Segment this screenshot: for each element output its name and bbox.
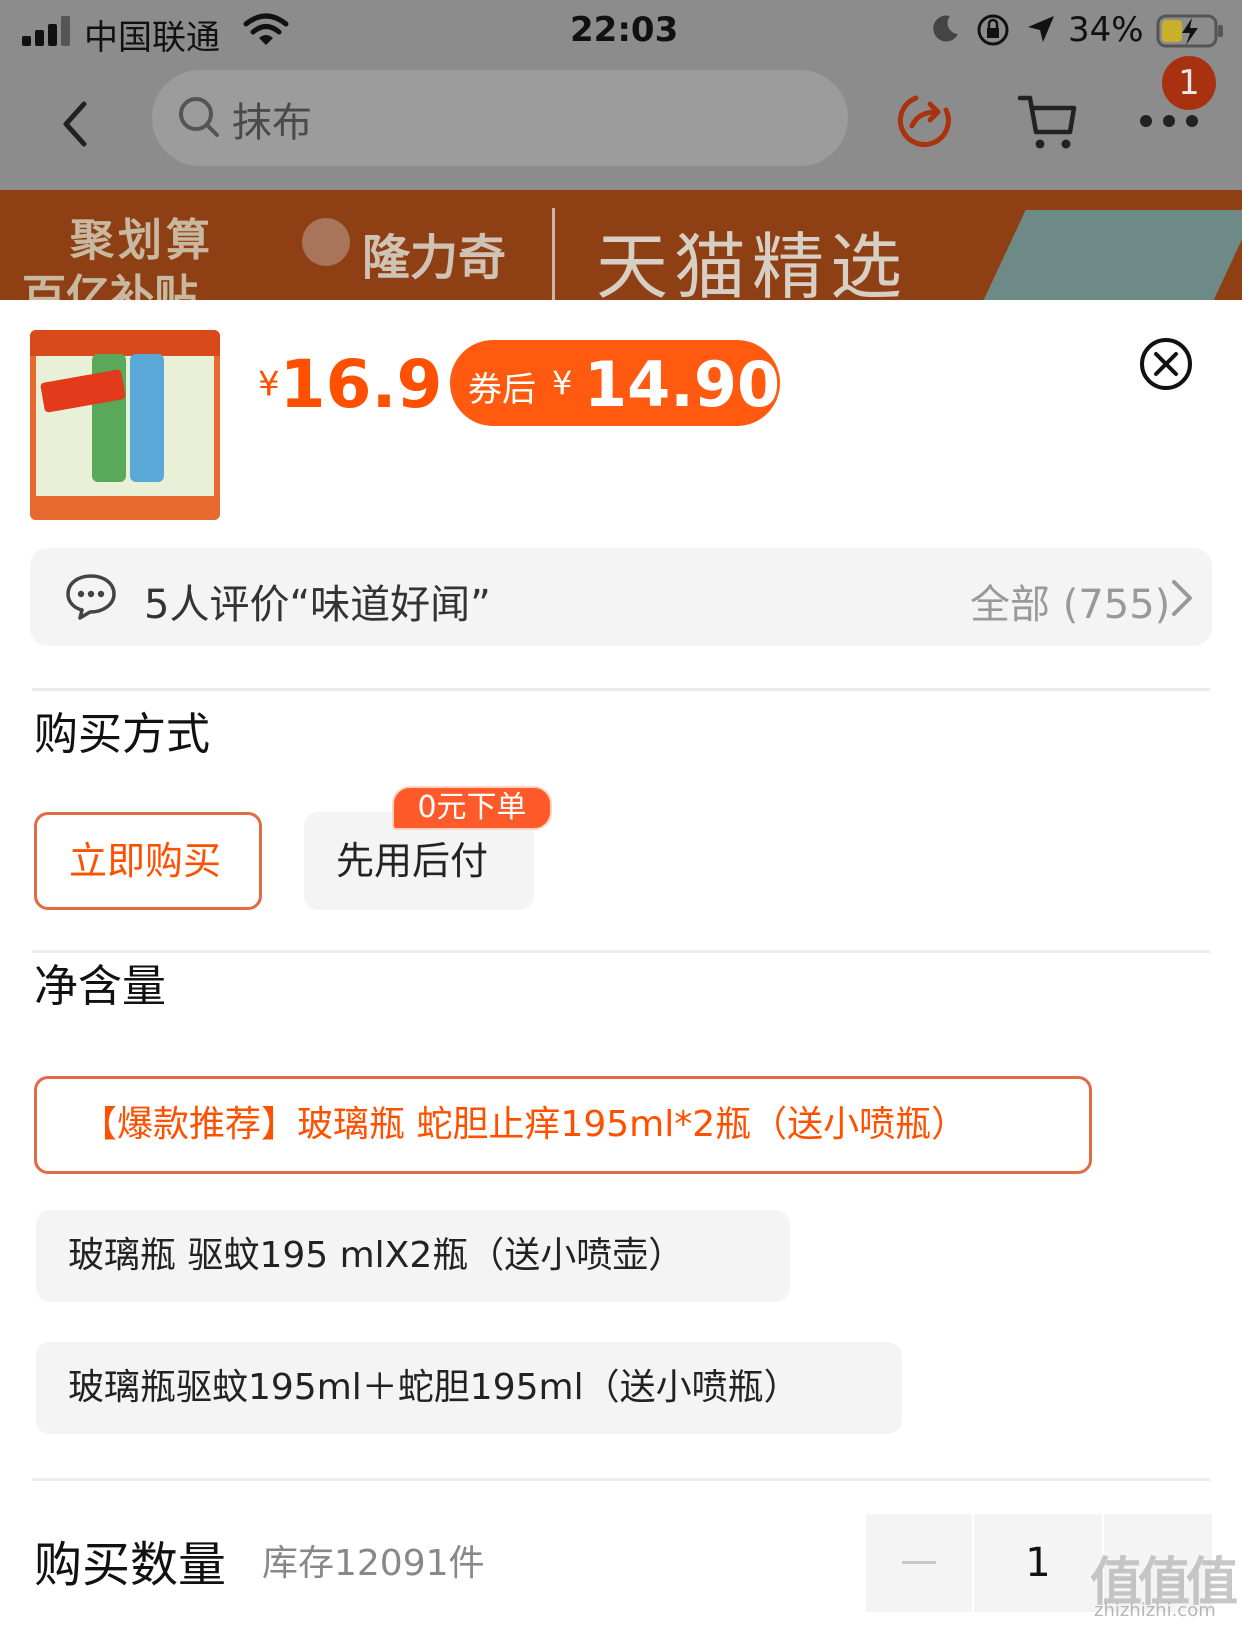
coupon-price: 14.90 xyxy=(584,348,781,421)
review-summary-bar[interactable]: 5人评价“味道好闻” 全部 (755) xyxy=(30,548,1212,646)
buy-now-option[interactable]: 立即购买 xyxy=(34,812,262,910)
banner-line1: 聚划算 xyxy=(70,215,214,266)
watermark-url: zhizhizhi.com xyxy=(1094,1600,1216,1621)
clock: 22:03 xyxy=(570,10,679,50)
product-price: ¥16.9 xyxy=(258,346,442,423)
sku-sheet: ¥16.9 券后 ¥ 14.90 5人评价“味道好闻” 全部 (755) 购买方… xyxy=(0,300,1242,1630)
product-thumbnail[interactable] xyxy=(30,330,220,520)
sku-option-1[interactable]: 【爆款推荐】玻璃瓶 蛇胆止痒195ml*2瓶（送小喷瓶） xyxy=(34,1076,1092,1174)
coupon-label: 券后 xyxy=(468,370,536,410)
banner-brand: 隆力奇 xyxy=(362,230,507,286)
divider xyxy=(32,1478,1210,1481)
rotation-lock-icon xyxy=(977,14,1009,46)
banner-divider xyxy=(552,208,555,300)
nav-bar: 抹布 1 xyxy=(0,56,1242,188)
quantity-title: 购买数量 xyxy=(34,1537,227,1593)
banner-image xyxy=(974,210,1242,300)
battery-charging-icon xyxy=(1156,14,1223,48)
chevron-right-icon xyxy=(1172,580,1192,616)
back-arrow-icon[interactable] xyxy=(56,96,96,152)
coupon-currency: ¥ xyxy=(552,364,573,402)
review-highlight: 5人评价“味道好闻” xyxy=(144,582,491,628)
coupon-price-pill: 券后 ¥ 14.90 xyxy=(450,340,780,426)
banner-channel: 天猫精选 xyxy=(596,225,909,300)
search-query: 抹布 xyxy=(232,100,312,146)
cell-signal-icon xyxy=(22,14,72,46)
option-label: 【爆款推荐】玻璃瓶 蛇胆止痒195ml*2瓶（送小喷瓶） xyxy=(81,1104,968,1145)
stock-count: 库存12091件 xyxy=(262,1543,485,1584)
option-label: 玻璃瓶 驱蚊195 mlX2瓶（送小喷壶） xyxy=(68,1235,685,1276)
sku-option-3[interactable]: 玻璃瓶驱蚊195ml＋蛇胆195ml（送小喷瓶） xyxy=(36,1342,902,1434)
brand-logo-icon xyxy=(302,218,350,266)
dimmed-overlay: 中国联通 22:03 34% 抹布 1 聚划算 百亿补贴 隆力奇 天猫精选 xyxy=(0,0,1242,300)
decrement-button[interactable] xyxy=(866,1514,972,1612)
share-icon[interactable] xyxy=(896,90,958,152)
divider xyxy=(32,950,1210,953)
divider xyxy=(32,688,1210,691)
search-icon xyxy=(179,97,219,137)
chat-bubble-icon xyxy=(66,574,116,620)
net-content-title: 净含量 xyxy=(34,961,166,1012)
moon-icon xyxy=(933,15,958,42)
purchase-method-title: 购买方式 xyxy=(34,709,210,760)
status-bar: 中国联通 22:03 34% xyxy=(0,0,1242,62)
quantity-value[interactable]: 1 xyxy=(974,1514,1102,1612)
minus-icon xyxy=(902,1561,936,1564)
more-icon[interactable] xyxy=(1136,106,1202,136)
option-label: 玻璃瓶驱蚊195ml＋蛇胆195ml（送小喷瓶） xyxy=(68,1367,800,1408)
location-arrow-icon xyxy=(1028,16,1054,42)
price-amount: 16.9 xyxy=(279,346,443,423)
search-input[interactable]: 抹布 xyxy=(152,70,848,166)
close-icon[interactable] xyxy=(1138,336,1194,392)
option-label: 立即购买 xyxy=(69,839,222,883)
review-all-count: 全部 (755) xyxy=(970,582,1171,628)
battery-percent: 34% xyxy=(1068,10,1144,50)
wifi-icon xyxy=(243,13,289,45)
zero-yuan-badge: 0元下单 xyxy=(392,786,552,830)
carrier-name: 中国联通 xyxy=(84,18,220,58)
sku-option-2[interactable]: 玻璃瓶 驱蚊195 mlX2瓶（送小喷壶） xyxy=(36,1210,790,1302)
promo-banner: 聚划算 百亿补贴 隆力奇 天猫精选 xyxy=(0,190,1242,300)
price-currency: ¥ xyxy=(258,364,280,405)
more-badge: 1 xyxy=(1162,56,1216,110)
cart-icon[interactable] xyxy=(1016,90,1080,154)
banner-line2: 百亿补贴 xyxy=(22,271,198,300)
